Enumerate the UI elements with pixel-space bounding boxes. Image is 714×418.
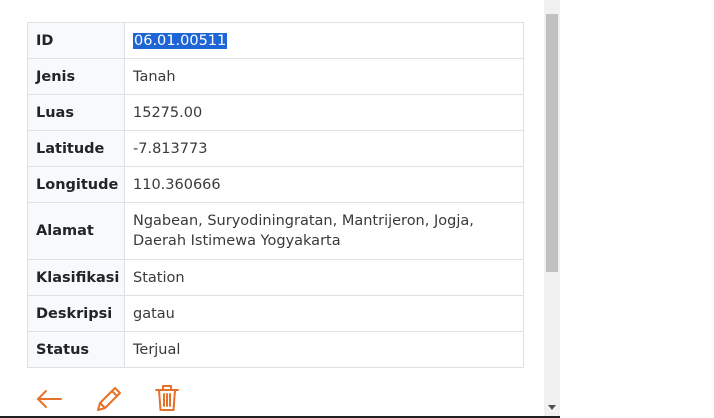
vertical-scrollbar[interactable] xyxy=(544,0,560,416)
edit-button[interactable] xyxy=(94,382,124,414)
row-value: -7.813773 xyxy=(124,130,524,167)
scroll-down-arrow-icon[interactable] xyxy=(548,405,556,410)
delete-button[interactable] xyxy=(152,382,182,414)
table-row: Jenis Tanah xyxy=(27,58,524,95)
table-row: Klasifikasi Station xyxy=(27,259,524,296)
row-value: gatau xyxy=(124,295,524,332)
viewport: ID 06.01.00511 Jenis Tanah Luas 15275.00… xyxy=(0,0,714,418)
row-value: Station xyxy=(124,259,524,296)
row-label: Status xyxy=(27,331,125,368)
table-row: Status Terjual xyxy=(27,331,524,368)
table-row: Alamat Ngabean, Suryodiningratan, Mantri… xyxy=(27,202,524,260)
action-bar xyxy=(34,382,194,416)
row-value: Tanah xyxy=(124,58,524,95)
table-row: Longitude 110.360666 xyxy=(27,166,524,203)
row-label: Jenis xyxy=(27,58,125,95)
row-value: 15275.00 xyxy=(124,94,524,131)
asset-detail-table: ID 06.01.00511 Jenis Tanah Luas 15275.00… xyxy=(27,22,524,368)
table-row: Luas 15275.00 xyxy=(27,94,524,131)
back-button[interactable] xyxy=(34,382,64,414)
row-label: Longitude xyxy=(27,166,125,203)
row-value[interactable]: 06.01.00511 xyxy=(124,22,524,59)
row-label: Alamat xyxy=(27,202,125,260)
arrow-left-icon xyxy=(37,390,62,408)
row-label: Klasifikasi xyxy=(27,259,125,296)
trash-icon xyxy=(155,385,179,411)
table-row: Deskripsi gatau xyxy=(27,295,524,332)
row-label: Luas xyxy=(27,94,125,131)
row-value: 110.360666 xyxy=(124,166,524,203)
scrollbar-thumb[interactable] xyxy=(546,14,558,272)
row-label: ID xyxy=(27,22,125,59)
asset-detail-panel: ID 06.01.00511 Jenis Tanah Luas 15275.00… xyxy=(0,0,544,416)
row-value: Ngabean, Suryodiningratan, Mantrijeron, … xyxy=(124,202,524,260)
row-label: Deskripsi xyxy=(27,295,125,332)
row-value: Terjual xyxy=(124,331,524,368)
row-label: Latitude xyxy=(27,130,125,167)
id-value-selected[interactable]: 06.01.00511 xyxy=(133,32,228,49)
table-row: ID 06.01.00511 xyxy=(27,22,524,59)
table-row: Latitude -7.813773 xyxy=(27,130,524,167)
pencil-icon xyxy=(97,387,121,411)
